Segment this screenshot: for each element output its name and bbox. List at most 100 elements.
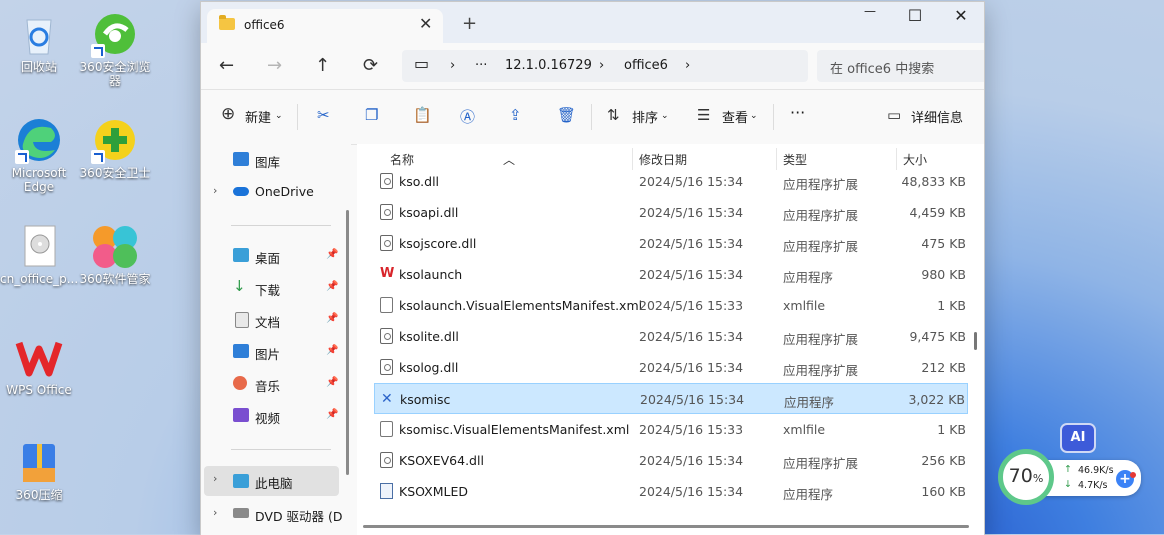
desktop-icon-wps-office[interactable]: WPS Office: [0, 333, 78, 397]
desktop-icon-edge[interactable]: Microsoft Edge: [0, 116, 78, 194]
nav-item-label: DVD 驱动器 (D: [255, 509, 343, 524]
file-name: ksolaunch.VisualElementsManifest.xml: [399, 298, 643, 313]
close-window-button[interactable]: ✕: [938, 6, 984, 25]
file-row[interactable]: ksolaunch.VisualElementsManifest.xml 2024…: [374, 290, 968, 321]
360-security-icon: [91, 116, 139, 164]
pin-icon: 📌: [326, 409, 339, 420]
file-name: ksolog.dll: [399, 360, 459, 375]
expand-chevron-icon[interactable]: ›: [213, 506, 217, 519]
upload-speed: 46.9K/s: [1078, 465, 1114, 476]
desktop-icon-360-software[interactable]: 360软件管家: [76, 222, 154, 286]
expand-chevron-icon[interactable]: ›: [213, 184, 217, 197]
nav-item-dvd-drive[interactable]: › DVD 驱动器 (D: [201, 500, 351, 528]
view-button[interactable]: 查看: [722, 107, 748, 126]
sort-button[interactable]: 排序: [632, 107, 658, 126]
tab-office6[interactable]: office6 ✕: [207, 9, 443, 43]
file-row[interactable]: ✕ ksomisc 2024/5/16 15:34 应用程序 3,022 KB: [374, 383, 968, 414]
file-size: 212 KB: [921, 360, 966, 375]
nav-item-onedrive[interactable]: › OneDrive: [201, 178, 341, 206]
up-button[interactable]: ↑: [315, 55, 330, 76]
download-icon: ↓: [233, 277, 246, 295]
nav-item-this-pc[interactable]: › 此电脑: [204, 466, 339, 496]
file-date: 2024/5/16 15:33: [639, 422, 744, 437]
sort-chevron-icon[interactable]: ⌄: [661, 111, 669, 121]
details-button[interactable]: 详细信息: [911, 107, 963, 126]
new-dropdown-chevron-icon[interactable]: ⌄: [275, 111, 283, 121]
cut-icon[interactable]: ✂: [317, 106, 330, 124]
address-bar[interactable]: ▭ › ··· 12.1.0.16729 › office6 ›: [402, 50, 808, 82]
nav-item-label: OneDrive: [255, 184, 314, 199]
file-size: 1 KB: [937, 422, 966, 437]
file-size: 3,022 KB: [908, 392, 965, 407]
maximize-button[interactable]: ☐: [892, 6, 938, 25]
dll-file-icon: [380, 173, 393, 189]
new-button[interactable]: 新建: [245, 107, 271, 126]
paste-icon[interactable]: 📋: [413, 106, 432, 124]
file-row[interactable]: ksoapi.dll 2024/5/16 15:34 应用程序扩展 4,459 KB: [374, 197, 968, 228]
xml-file-icon: [380, 421, 393, 437]
nav-item-gallery[interactable]: 图库: [201, 146, 341, 174]
horizontal-scrollbar[interactable]: [363, 525, 969, 528]
breadcrumb-version[interactable]: 12.1.0.16729: [505, 58, 592, 73]
gallery-icon: [233, 152, 249, 166]
wps-office-icon: [15, 333, 63, 381]
nav-item-downloads[interactable]: ↓ 下载 📌: [201, 274, 341, 302]
desktop-icon-label: WPS Office: [6, 383, 72, 397]
file-row[interactable]: KSOXMLED 2024/5/16 15:34 应用程序 160 KB: [374, 476, 968, 507]
view-chevron-icon[interactable]: ⌄: [750, 111, 758, 121]
dll-file-icon: [380, 235, 393, 251]
sort-icon: ⇅: [607, 106, 620, 124]
file-type: 应用程序: [783, 487, 834, 502]
more-options-button[interactable]: ···: [790, 103, 805, 122]
back-button[interactable]: ←: [219, 55, 234, 76]
wps-app-icon: W: [380, 266, 395, 281]
memory-usage-ring[interactable]: 70%: [998, 449, 1054, 505]
file-row[interactable]: ksomisc.VisualElementsManifest.xml 2024/5…: [374, 414, 968, 445]
file-type: 应用程序扩展: [783, 363, 859, 378]
file-row[interactable]: KSOXEV64.dll 2024/5/16 15:34 应用程序扩展 256 KB: [374, 445, 968, 476]
ai-assistant-button[interactable]: AI: [1060, 423, 1096, 453]
nav-item-music[interactable]: 音乐 📌: [201, 370, 341, 398]
toolbar-divider: [591, 104, 592, 130]
new-tab-button[interactable]: +: [462, 13, 477, 34]
dll-file-icon: [380, 204, 393, 220]
desktop-icon-360-zip[interactable]: 360压缩: [0, 438, 78, 502]
forward-button[interactable]: →: [267, 55, 282, 76]
file-row[interactable]: kso.dll 2024/5/16 15:34 应用程序扩展 48,833 KB: [374, 166, 968, 197]
disc-image-icon: [15, 222, 63, 270]
dll-file-icon: [380, 328, 393, 344]
file-row[interactable]: ksojscore.dll 2024/5/16 15:34 应用程序扩展 475 KB: [374, 228, 968, 259]
nav-pane-scrollbar[interactable]: [346, 210, 349, 475]
copy-icon[interactable]: ❐: [365, 106, 378, 124]
minimize-button[interactable]: —: [847, 4, 893, 18]
share-icon[interactable]: ⇪: [509, 106, 522, 124]
expand-chevron-icon[interactable]: ›: [213, 472, 217, 485]
nav-item-pictures[interactable]: 图片 📌: [201, 338, 341, 366]
title-bar: office6 ✕ + — ☐ ✕: [201, 2, 984, 43]
search-input[interactable]: 在 office6 中搜索: [817, 50, 984, 82]
rename-icon[interactable]: Ⓐ: [460, 106, 475, 127]
desktop-icon-360-security[interactable]: 360安全卫士: [76, 116, 154, 180]
refresh-button[interactable]: ⟳: [363, 55, 378, 76]
breadcrumb-office6[interactable]: office6: [624, 58, 668, 73]
breadcrumb-ellipsis[interactable]: ···: [475, 58, 487, 73]
nav-item-desktop[interactable]: 桌面 📌: [201, 242, 341, 270]
desktop-icon-recycle-bin[interactable]: 回收站: [0, 10, 78, 74]
edge-icon: [15, 116, 63, 164]
desktop-icon-office-iso[interactable]: cn_office_p...: [0, 222, 78, 286]
close-tab-icon[interactable]: ✕: [419, 14, 432, 33]
file-list-scrollbar[interactable]: [974, 332, 977, 350]
file-size: 9,475 KB: [909, 329, 966, 344]
nav-item-documents[interactable]: 文档 📌: [201, 306, 341, 334]
desktop-icon-label: Microsoft Edge: [11, 166, 67, 194]
delete-icon[interactable]: 🗑: [557, 106, 576, 124]
file-row[interactable]: Wksolaunch 2024/5/16 15:34 应用程序 980 KB: [374, 259, 968, 290]
desktop-icon-360-browser[interactable]: 360安全浏览器: [76, 10, 154, 88]
nav-item-videos[interactable]: 视频 📌: [201, 402, 341, 430]
notification-dot: [1130, 472, 1136, 478]
file-row[interactable]: ksolite.dll 2024/5/16 15:34 应用程序扩展 9,475 KB: [374, 321, 968, 352]
upload-arrow-icon: ↑: [1064, 464, 1072, 475]
file-row[interactable]: ksolog.dll 2024/5/16 15:34 应用程序扩展 212 KB: [374, 352, 968, 383]
file-type: 应用程序扩展: [783, 239, 859, 254]
computer-icon: ▭: [414, 54, 430, 73]
